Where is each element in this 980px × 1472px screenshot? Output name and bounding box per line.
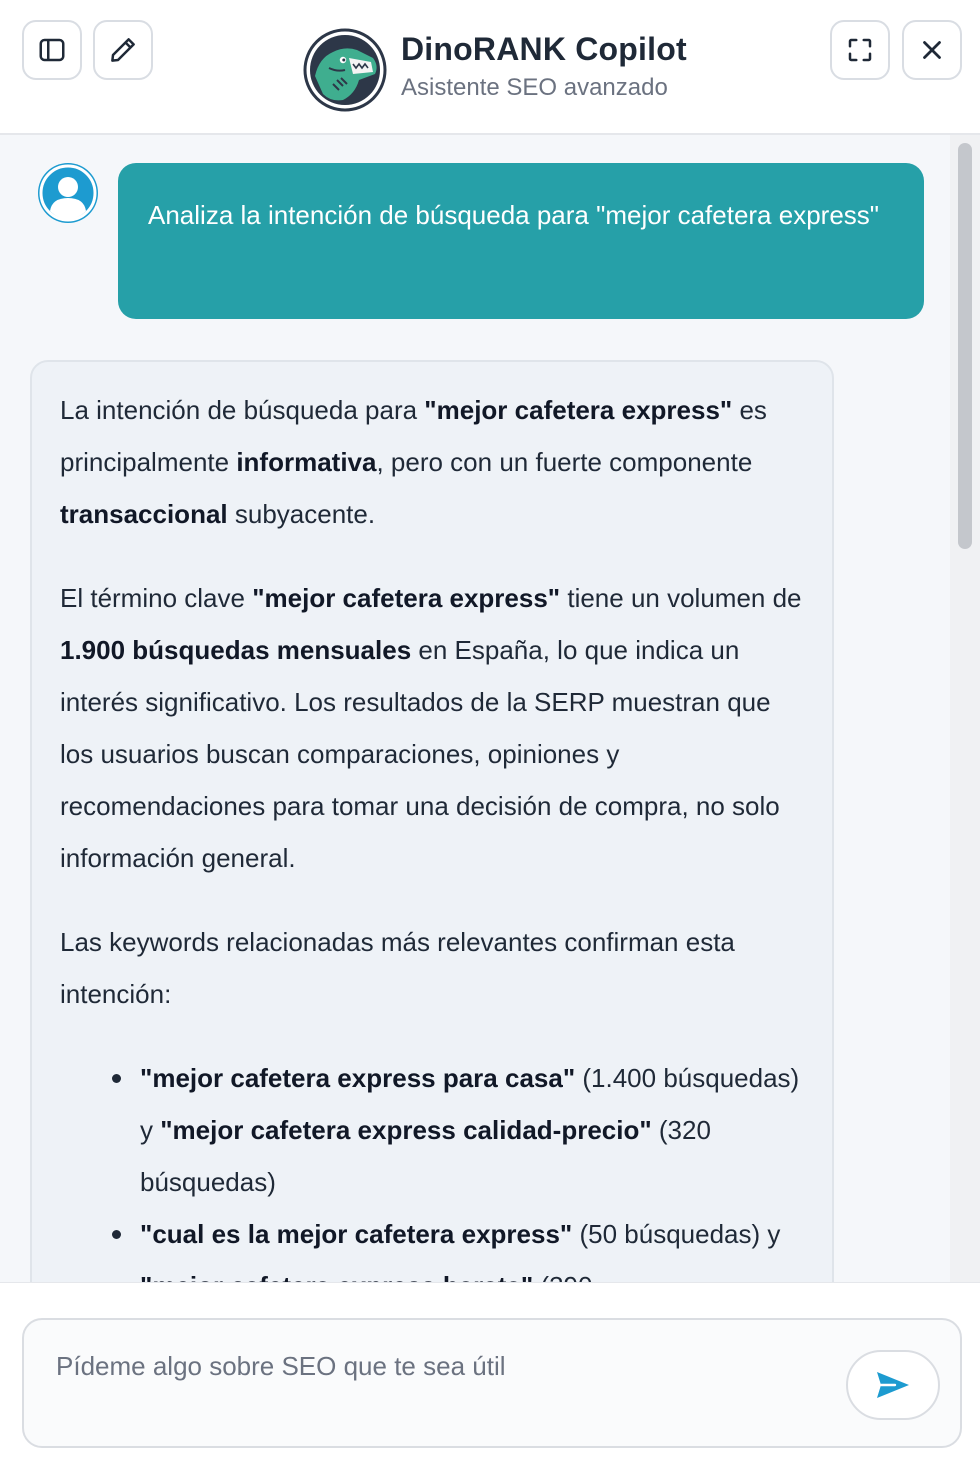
assistant-paragraph: La intención de búsqueda para "mejor caf…: [60, 384, 804, 540]
list-item: "mejor cafetera express para casa" (1.40…: [112, 1052, 804, 1208]
bold-run: "mejor cafetera express barata": [140, 1271, 533, 1282]
app-title: DinoRANK Copilot: [401, 30, 687, 67]
copilot-window: DinoRANK Copilot Asistente SEO avanzado: [0, 0, 980, 1472]
dinorank-logo: [303, 28, 387, 112]
assistant-message: La intención de búsqueda para "mejor caf…: [30, 360, 834, 1282]
close-button[interactable]: [902, 20, 962, 80]
new-chat-button[interactable]: [93, 20, 153, 80]
message-input[interactable]: [56, 1346, 816, 1386]
bold-run: 1.900 búsquedas mensuales: [60, 635, 412, 665]
keyword-list: "mejor cafetera express para casa" (1.40…: [112, 1052, 804, 1282]
user-message: Analiza la intención de búsqueda para "m…: [118, 163, 924, 319]
user-avatar: [38, 163, 98, 223]
assistant-paragraph: El término clave "mejor cafetera express…: [60, 572, 804, 884]
expand-button[interactable]: [830, 20, 890, 80]
sidebar-toggle-button[interactable]: [22, 20, 82, 80]
bold-run: "mejor cafetera express": [252, 583, 561, 613]
composer: [0, 1282, 980, 1472]
bold-run: "mejor cafetera express calidad-precio": [160, 1115, 652, 1145]
expand-icon: [848, 38, 872, 62]
bold-run: transaccional: [60, 499, 228, 529]
text-run: en España, lo que indica un interés sign…: [60, 635, 780, 873]
assistant-paragraph: Las keywords relacionadas más relevantes…: [60, 927, 735, 1009]
bold-run: informativa: [236, 447, 377, 477]
brand: DinoRANK Copilot Asistente SEO avanzado: [303, 28, 687, 112]
bold-run: "mejor cafetera express para casa": [140, 1063, 576, 1093]
sidebar-toggle-icon: [39, 38, 65, 62]
list-item: "cual es la mejor cafetera express" (50 …: [112, 1208, 804, 1282]
send-icon: [877, 1372, 909, 1398]
message-input-box[interactable]: [22, 1318, 962, 1448]
user-message-text: Analiza la intención de búsqueda para "m…: [148, 200, 880, 230]
bold-run: "cual es la mejor cafetera express": [140, 1219, 573, 1249]
app-subtitle: Asistente SEO avanzado: [401, 73, 668, 101]
chat-messages[interactable]: Analiza la intención de búsqueda para "m…: [0, 135, 980, 1282]
pencil-icon: [111, 38, 135, 62]
scrollbar-thumb[interactable]: [958, 143, 972, 549]
close-icon: [923, 41, 941, 59]
scrollbar[interactable]: [950, 135, 980, 1282]
text-run: La intención de búsqueda para: [60, 395, 425, 425]
user-icon: [39, 164, 97, 222]
text-run: (390: [533, 1271, 592, 1282]
header: DinoRANK Copilot Asistente SEO avanzado: [0, 0, 980, 135]
text-run: tiene un volumen de: [560, 583, 802, 613]
bold-run: "mejor cafetera express": [424, 395, 733, 425]
text-run: El término clave: [60, 583, 253, 613]
text-run: subyacente.: [227, 499, 376, 529]
send-button[interactable]: [846, 1350, 940, 1420]
text-run: (50 búsquedas) y: [572, 1219, 781, 1249]
text-run: , pero con un fuerte componente: [376, 447, 753, 477]
